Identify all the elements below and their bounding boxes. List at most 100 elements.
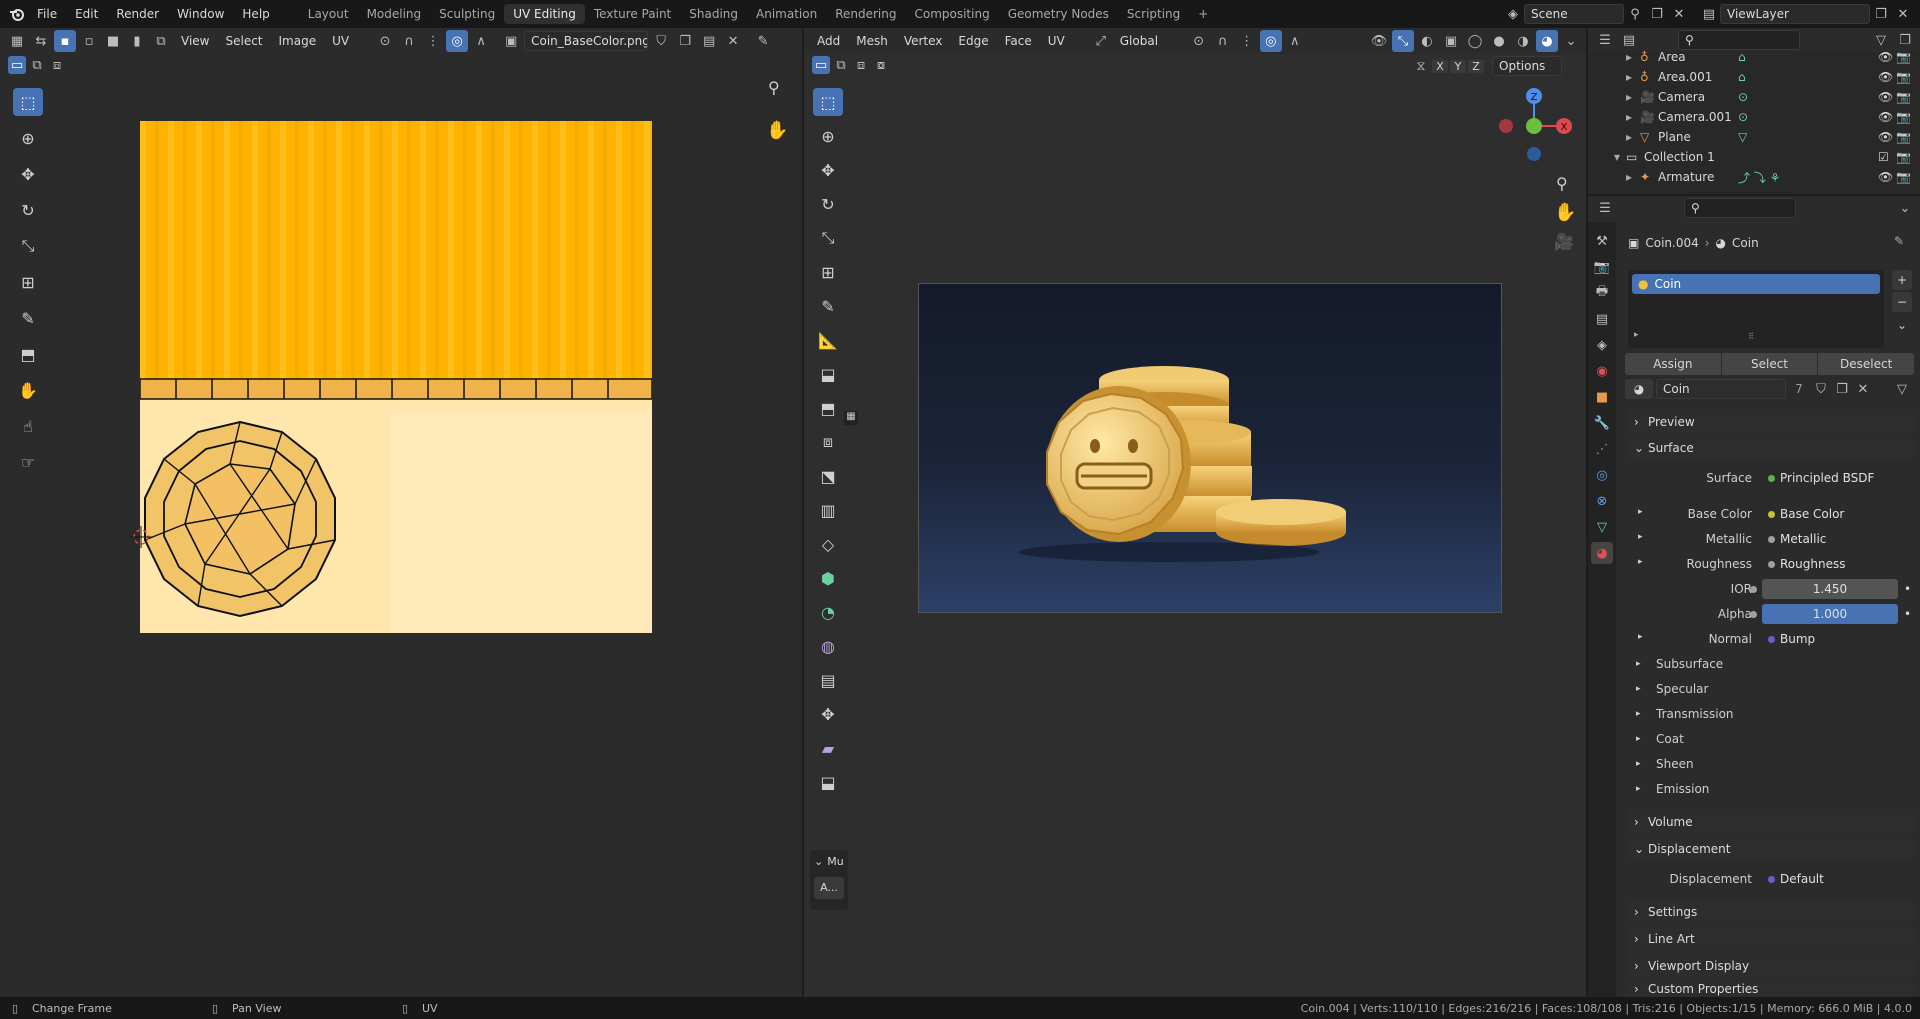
base-color-field[interactable]: Base Color <box>1762 504 1914 524</box>
browse-material-icon[interactable]: ◕ <box>1625 379 1653 399</box>
proportional-falloff-icon[interactable]: ∧ <box>1284 30 1306 52</box>
vp-rotate-tool-icon[interactable]: ↻ <box>813 190 843 218</box>
roughness-field[interactable]: Roughness <box>1762 554 1914 574</box>
constraints-tab-icon[interactable]: ⊗ <box>1591 490 1613 512</box>
camera-render-icon[interactable]: 📷 <box>1896 150 1914 164</box>
vp-menu-uv[interactable]: UV <box>1041 34 1072 48</box>
material-tab-icon[interactable]: ◕ <box>1591 542 1613 564</box>
uv-editor[interactable]: ▦ ⇆ ▪ ▫ ■ ▮ ⧉ View Select Image UV ⊙ ∩ ⋮… <box>0 28 802 997</box>
vp-select-tool-icon[interactable]: ⬚ <box>813 88 843 116</box>
face-select-icon[interactable]: ■ <box>102 30 124 52</box>
proportional-edit-icon[interactable]: ◎ <box>446 30 469 52</box>
menu-edit[interactable]: Edit <box>66 7 107 21</box>
viewport-display-panel-header[interactable]: › Viewport Display <box>1628 954 1914 978</box>
vp-menu-face[interactable]: Face <box>998 34 1039 48</box>
visibility-icon[interactable]: 👁 <box>1368 30 1390 52</box>
vp-select-extend-icon[interactable]: ⧉ <box>832 56 850 74</box>
blender-logo-icon[interactable] <box>6 3 28 25</box>
surface-shader-field[interactable]: Principled BSDF <box>1762 468 1914 488</box>
volume-panel-header[interactable]: › Volume <box>1628 810 1914 834</box>
vp-menu-vertex[interactable]: Vertex <box>897 34 950 48</box>
vertex-select-icon[interactable]: ▪ <box>54 30 76 52</box>
select-box-tool-icon[interactable]: ⬚ <box>13 88 43 116</box>
eye-icon[interactable]: 👁 <box>1878 110 1896 124</box>
delete-layer-icon[interactable]: ✕ <box>1892 3 1914 25</box>
camera-render-icon[interactable]: 📷 <box>1896 110 1914 124</box>
pivot-point-icon[interactable]: ⊙ <box>1188 30 1210 52</box>
normal-field[interactable]: Bump <box>1762 629 1914 649</box>
xray-icon[interactable]: ▣ <box>1440 30 1462 52</box>
last-op-button[interactable]: A... <box>814 877 844 899</box>
vp-menu-add[interactable]: Add <box>810 34 847 48</box>
snap-icon[interactable]: ∩ <box>398 30 420 52</box>
3d-viewport[interactable]: Add Mesh Vertex Edge Face UV ⤢ Global ⊙ … <box>804 28 1586 997</box>
vp-zoom-icon[interactable]: ⚲ <box>1556 174 1568 193</box>
edge-select-icon[interactable]: ▫ <box>78 30 100 52</box>
keyframe-dot-icon[interactable]: • <box>1904 607 1914 621</box>
outliner-row-camera-001[interactable]: ▸ 🎥 Camera.001 ⊙ 👁 📷 <box>1600 107 1914 127</box>
vp-annotate-tool-icon[interactable]: ✎ <box>813 292 843 320</box>
camera-render-icon[interactable]: 📷 <box>1896 90 1914 104</box>
image-name-field[interactable]: Coin_BaseColor.png <box>524 31 649 51</box>
tab-animation[interactable]: Animation <box>747 4 826 24</box>
expand-icon[interactable]: ▸ <box>1638 632 1643 642</box>
ior-field[interactable]: 1.450 <box>1750 579 1898 599</box>
fake-user-icon[interactable]: ⛉ <box>650 30 672 52</box>
uv-menu-uv[interactable]: UV <box>325 34 356 48</box>
material-name-field[interactable]: Coin <box>1656 379 1786 399</box>
rendered-shading-icon[interactable]: ◕ <box>1536 30 1558 52</box>
material-slot-list[interactable]: ● Coin ▸ ⠿ <box>1628 270 1884 348</box>
camera-view-icon[interactable]: 🎥 <box>1554 232 1574 251</box>
render-tab-icon[interactable]: 📷 <box>1591 256 1613 278</box>
outliner-row-area-001[interactable]: ▸ ♁ Area.001 ⌂ 👁 📷 <box>1600 67 1914 87</box>
snap-to-icon[interactable]: ⋮ <box>1236 30 1258 52</box>
properties-type-icon[interactable]: ☰ <box>1594 197 1616 219</box>
relax-tool-icon[interactable]: ☝ <box>13 412 43 440</box>
subpanel-sheen[interactable]: ▸ Sheen <box>1636 753 1694 775</box>
select-box-mode-icon[interactable]: ▭ <box>8 56 26 74</box>
pin-image-icon[interactable]: ✎ <box>752 30 774 52</box>
outliner-row-plane[interactable]: ▸ ▽ Plane ▽ 👁 📷 <box>1600 127 1914 147</box>
vp-transform-tool-icon[interactable]: ⊞ <box>813 258 843 286</box>
remove-slot-button[interactable]: − <box>1892 292 1912 312</box>
vp-select-subtract-icon[interactable]: ⧈ <box>852 56 870 74</box>
vp-cursor-tool-icon[interactable]: ⊕ <box>813 122 843 150</box>
displacement-field[interactable]: Default <box>1762 869 1914 889</box>
pinch-tool-icon[interactable]: ☞ <box>13 448 43 476</box>
snap-target-icon[interactable]: ⋮ <box>422 30 444 52</box>
inset-tool-icon[interactable]: ⧈ <box>813 428 843 456</box>
settings-panel-header[interactable]: › Settings <box>1628 900 1914 924</box>
orientation-dropdown[interactable]: Global <box>1113 31 1186 51</box>
edge-slide-tool-icon[interactable]: ▤ <box>813 666 843 694</box>
camera-render-icon[interactable]: 📷 <box>1896 50 1914 64</box>
outliner-row-camera[interactable]: ▸ 🎥 Camera ⊙ 👁 📷 <box>1600 87 1914 107</box>
tab-texture-paint[interactable]: Texture Paint <box>585 4 680 24</box>
surface-panel-header[interactable]: ⌄ Surface <box>1628 436 1914 460</box>
scale-tool-icon[interactable]: ⤡ <box>13 232 43 260</box>
island-select-icon[interactable]: ▮ <box>126 30 148 52</box>
grab-tool-icon[interactable]: ✋ <box>13 376 43 404</box>
image-browse-icon[interactable]: ▣ <box>500 30 522 52</box>
metallic-field[interactable]: Metallic <box>1762 529 1914 549</box>
rotate-tool-icon[interactable]: ↻ <box>13 196 43 224</box>
eye-icon[interactable]: 👁 <box>1878 50 1896 64</box>
world-tab-icon[interactable]: ◉ <box>1591 360 1613 382</box>
vp-select-box-mode-icon[interactable]: ▭ <box>812 56 830 74</box>
output-tab-icon[interactable]: 🖶 <box>1591 282 1613 304</box>
alpha-slider[interactable]: 1.000 <box>1750 604 1898 624</box>
tool-tab-icon[interactable]: ⚒ <box>1591 230 1613 252</box>
deselect-button[interactable]: Deselect <box>1818 353 1915 375</box>
eye-icon[interactable]: 👁 <box>1878 170 1896 184</box>
outliner-row-collection-1[interactable]: ▾ ▭ Collection 1 ☑ 📷 <box>1600 147 1914 167</box>
options-dropdown[interactable]: Options <box>1492 56 1562 76</box>
proportional-icon[interactable]: ◎ <box>1259 30 1282 52</box>
assign-button[interactable]: Assign <box>1625 353 1721 375</box>
subpanel-specular[interactable]: ▸ Specular <box>1636 678 1708 700</box>
cursor-tool-icon[interactable]: ⊕ <box>13 124 43 152</box>
custom-properties-panel-header[interactable]: › Custom Properties <box>1628 981 1914 997</box>
menu-render[interactable]: Render <box>107 7 168 21</box>
tab-sculpting[interactable]: Sculpting <box>430 4 504 24</box>
axis-x[interactable]: X <box>1432 59 1448 73</box>
axis-z[interactable]: Z <box>1468 59 1484 73</box>
navigation-gizmo[interactable]: Z X <box>1494 86 1574 166</box>
